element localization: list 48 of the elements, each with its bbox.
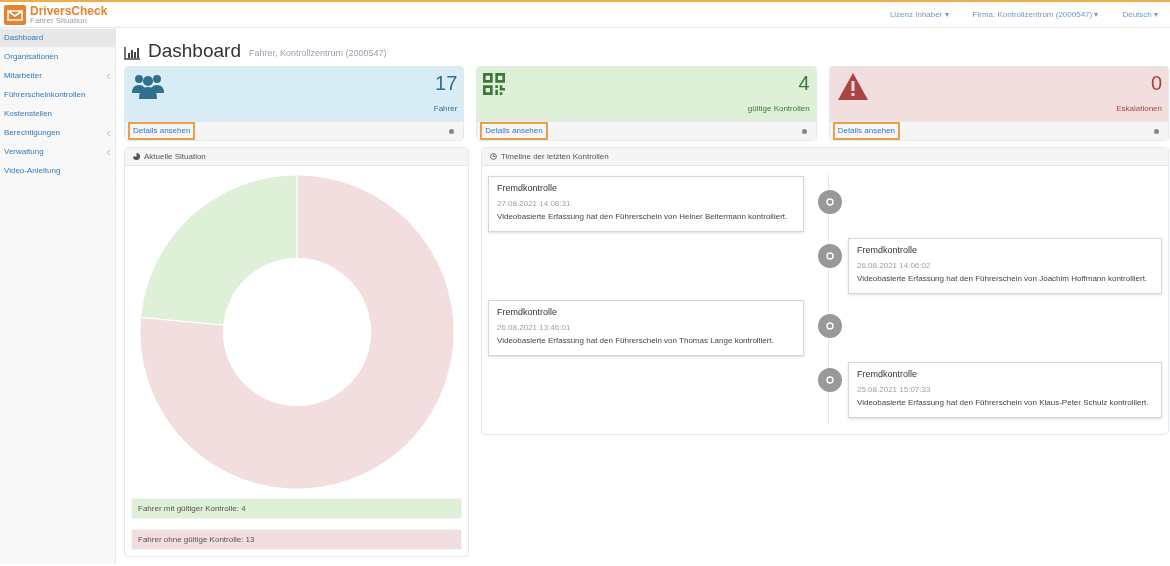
timeline-text: Videobasierte Erfassung hat den Führerschein von Joachim Hoffmann kontrolliert. (857, 273, 1149, 284)
sidebar-item[interactable]: Video-Anleitung (0, 162, 115, 181)
sidebar-item[interactable]: Dashboard (0, 29, 115, 48)
timeline-title: Fremdkontrolle (857, 368, 919, 381)
pie-chart-icon (133, 153, 140, 160)
timeline-text: Videobasierte Erfassung hat den Führerschein von Heiner Beltermann kontrolliert. (497, 211, 789, 222)
sidebar-item[interactable]: Führerscheinkontrollen (0, 86, 115, 105)
sidebar-item[interactable]: Mitarbeiter (0, 67, 115, 86)
sidebar-item[interactable]: Kostenstellen (0, 105, 115, 124)
stat-value: 0 (1150, 73, 1162, 93)
page-subtitle: Fahrer, Kontrollzentrum (2000547) (248, 46, 387, 60)
clock-icon (490, 153, 497, 160)
brand-name: DriversCheck (30, 4, 108, 17)
legend-item: Fahrer mit gültiger Kontrolle: 4 (131, 498, 462, 519)
bar-chart-icon (124, 47, 140, 60)
timeline-badge (818, 314, 842, 338)
page-title: Dashboard (148, 41, 241, 60)
panel-title: Timeline der letzten Kontrollen (501, 150, 609, 163)
timeline-date: 27.08.2021 14:08:31 (497, 197, 572, 210)
timeline-title: Fremdkontrolle (497, 306, 559, 319)
topbar-menu[interactable]: Firma: Kontrollzentrum (2000547) ▾ (972, 8, 1099, 21)
panel-title: Aktuelle Situation (144, 150, 206, 163)
timeline-badge (818, 368, 842, 392)
timeline-title: Fremdkontrolle (857, 244, 919, 257)
sidebar-item[interactable]: Berechtigungen (0, 124, 115, 143)
brand-tagline: Fahrer Situation (30, 16, 88, 25)
legend-item: Fahrer ohne gültige Kontrolle: 13 (131, 529, 462, 550)
topbar-menu[interactable]: Deutsch ▾ (1122, 8, 1158, 21)
timeline-date: 25.08.2021 15:07:33 (857, 383, 932, 396)
stat-value: 17 (435, 73, 458, 93)
timeline-title: Fremdkontrolle (497, 182, 559, 195)
sidebar-item[interactable]: Verwaltung (0, 143, 115, 162)
timeline-date: 26.08.2021 13:46:01 (497, 321, 572, 334)
stat-label: Eskalationen (1116, 103, 1162, 115)
topbar-menu[interactable]: Lizenz Inhaber ▾ (889, 8, 949, 21)
stat-label: Fahrer (433, 103, 458, 115)
sidebar-item[interactable]: Organisationen (0, 48, 115, 67)
timeline-text: Videobasierte Erfassung hat den Führerschein von Klaus-Peter Schulz kontrolliert. (857, 397, 1150, 408)
logo-icon (4, 4, 26, 25)
timeline-date: 26.08.2021 14:06:02 (857, 259, 932, 272)
timeline-text: Videobasierte Erfassung hat den Führerschein von Thomas Lange kontrolliert. (497, 335, 775, 346)
details-link[interactable]: Details ansehen (832, 122, 901, 140)
details-link[interactable]: Details ansehen (128, 122, 196, 140)
timeline-badge (818, 190, 842, 214)
stat-value: 4 (798, 73, 810, 93)
details-link[interactable]: Details ansehen (480, 122, 548, 140)
stat-label: gültige Kontrollen (747, 103, 810, 115)
timeline-badge (818, 244, 842, 268)
